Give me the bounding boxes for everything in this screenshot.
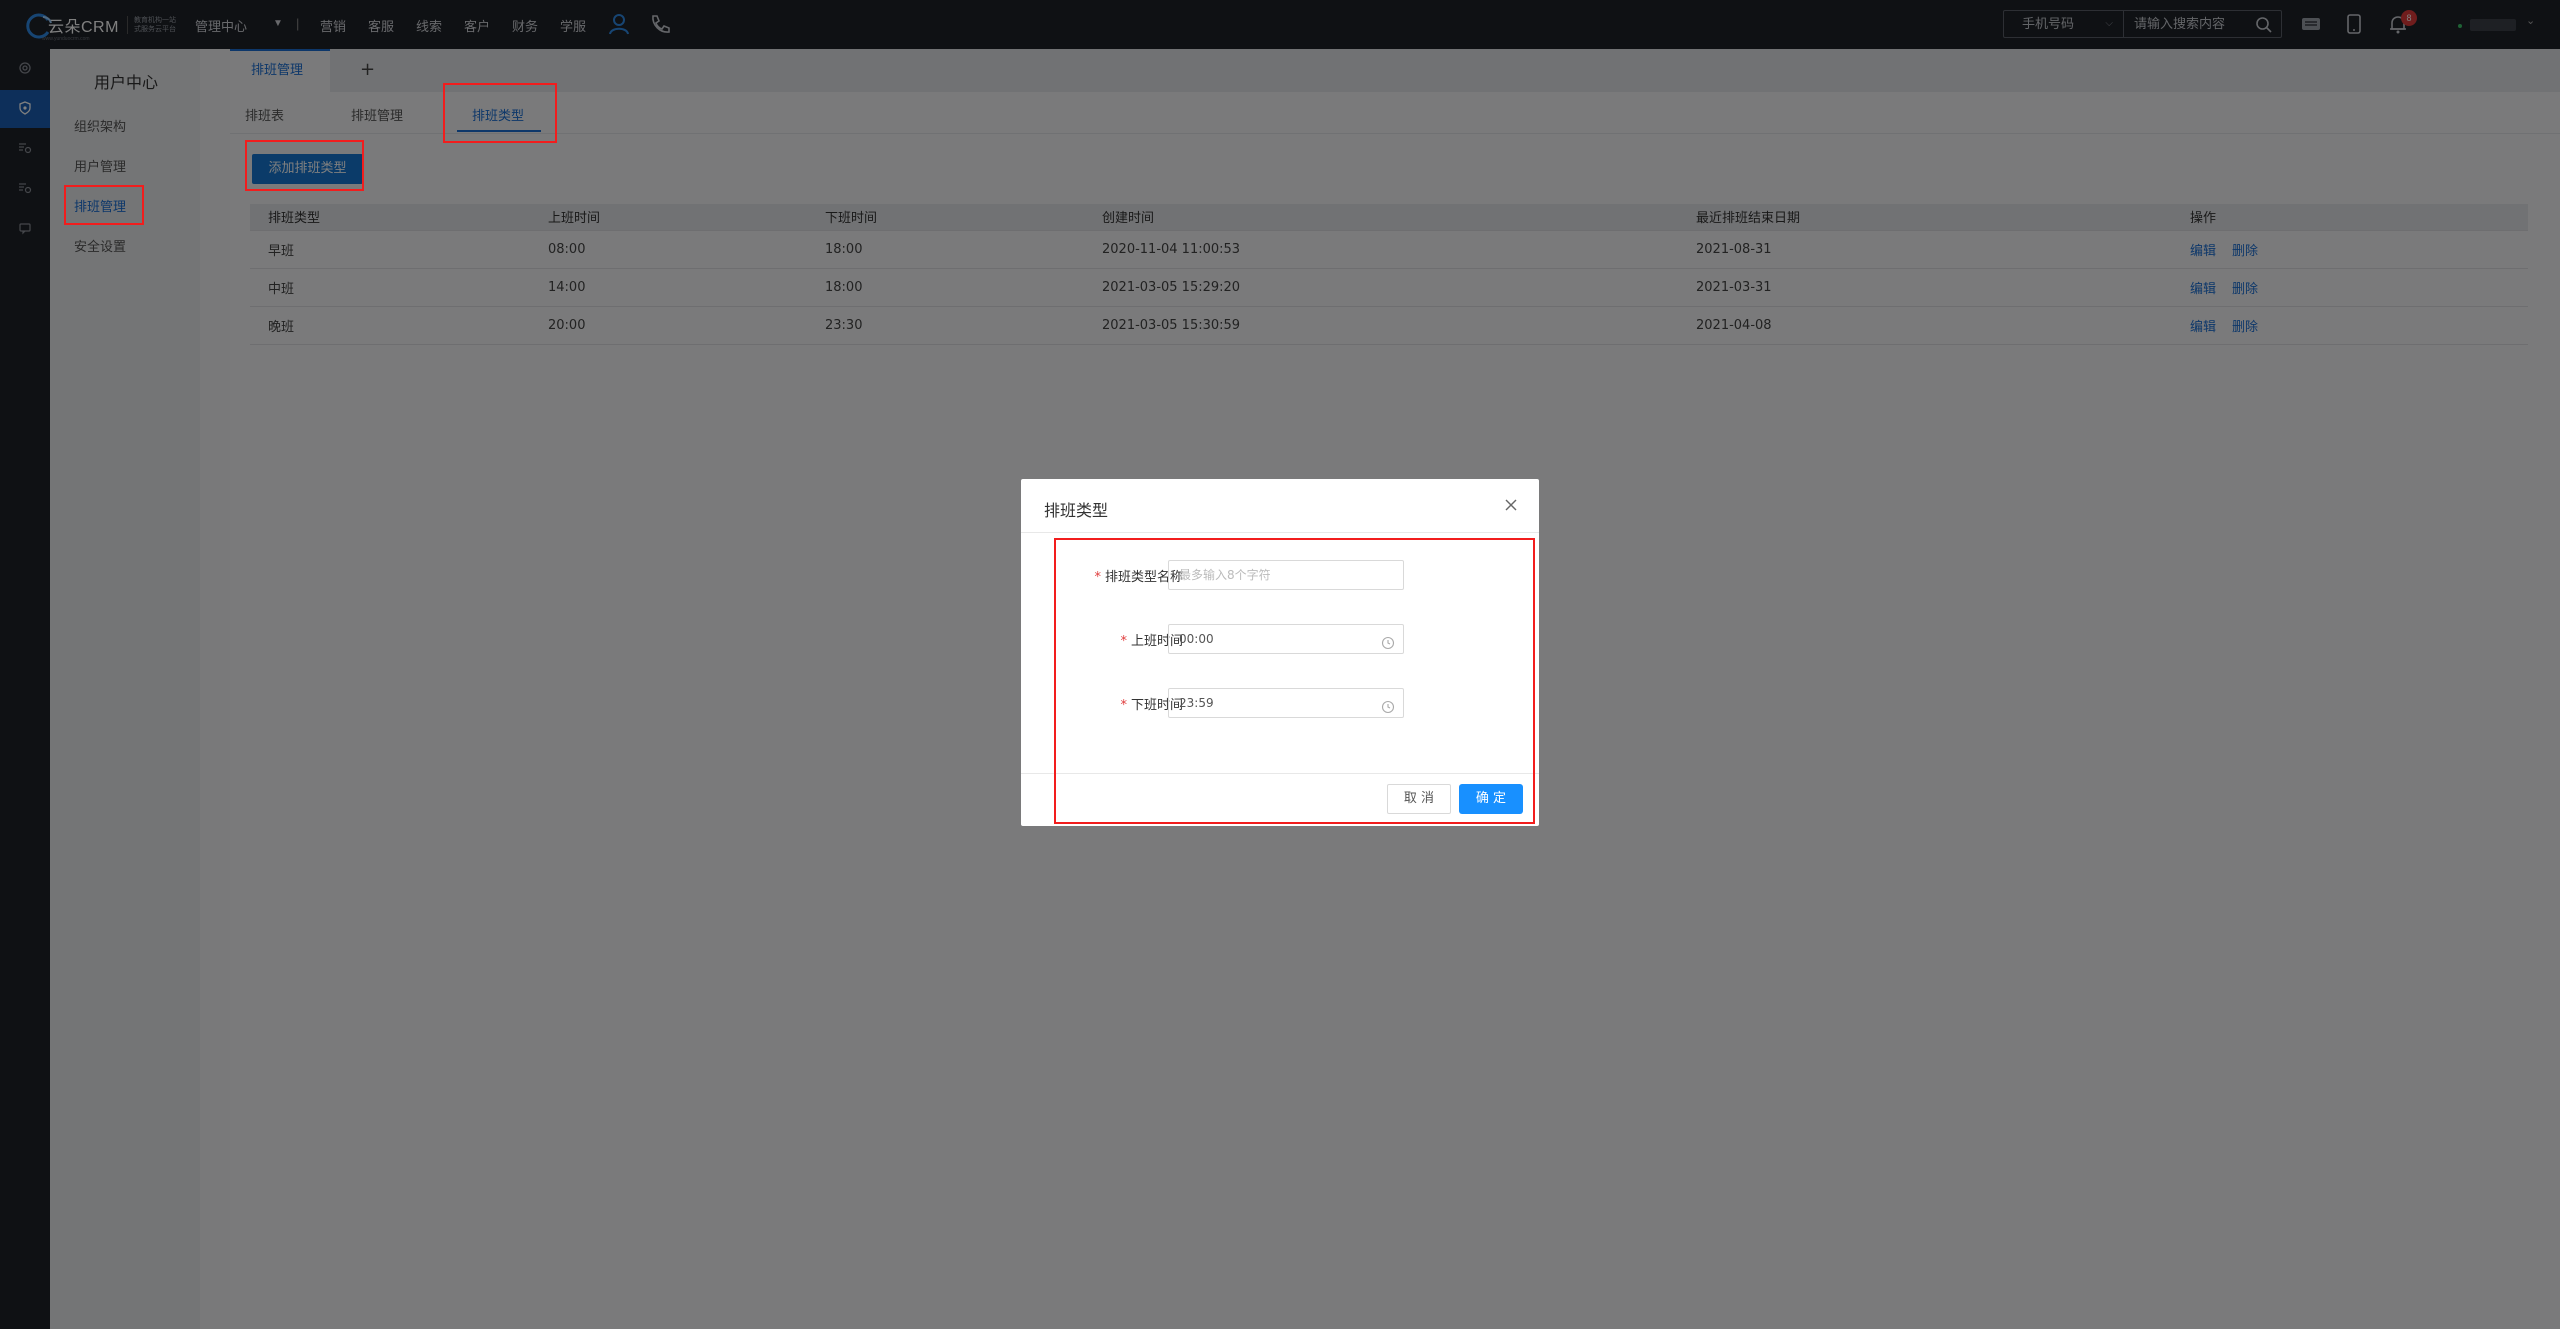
annotation-box-form bbox=[1054, 538, 1535, 824]
annotation-box-sidebar bbox=[64, 185, 144, 225]
close-icon[interactable] bbox=[1501, 495, 1521, 515]
dialog-title: 排班类型 bbox=[1044, 501, 1109, 520]
annotation-box-add-button bbox=[245, 140, 364, 191]
dialog-header-divider bbox=[1021, 532, 1539, 533]
annotation-box-subtab bbox=[443, 83, 557, 143]
